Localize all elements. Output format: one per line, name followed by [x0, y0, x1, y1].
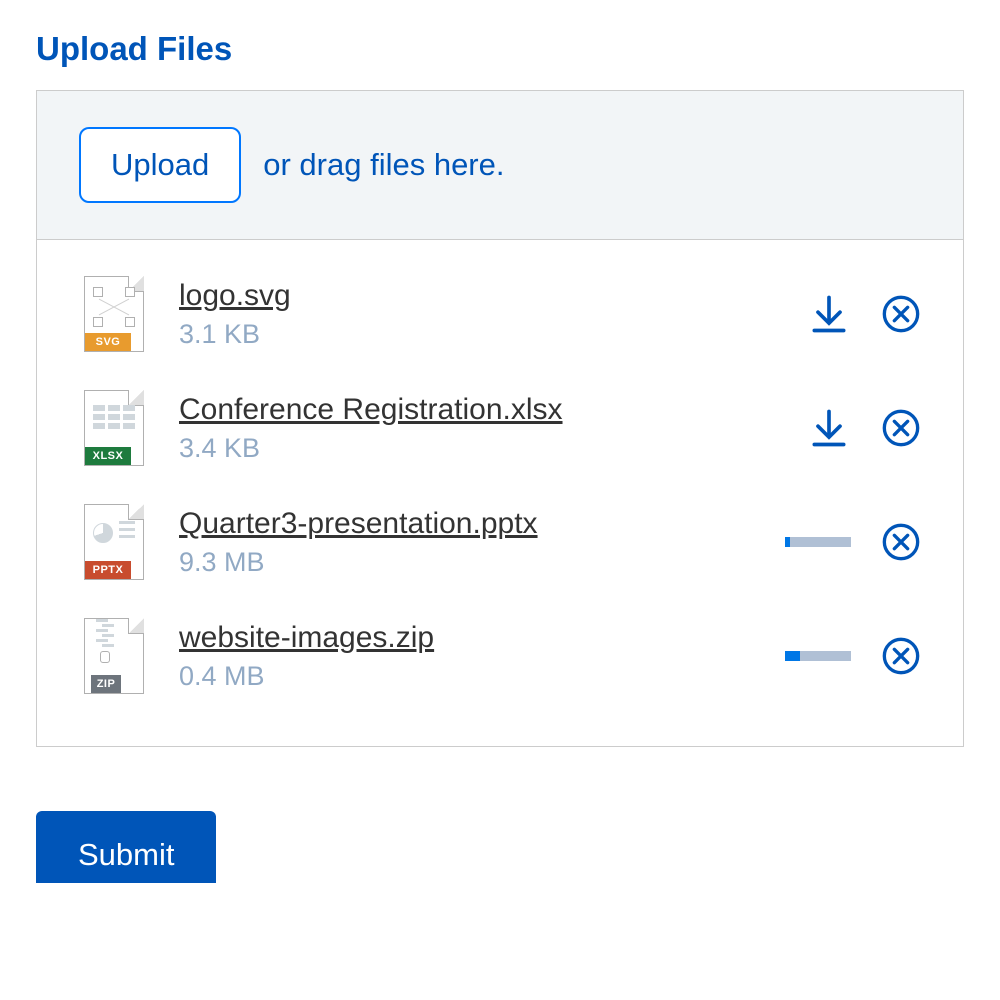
submit-button[interactable]: Submit [36, 811, 216, 883]
upload-button[interactable]: Upload [79, 127, 241, 203]
upload-progress-fill [785, 651, 800, 661]
page-title: Upload Files [36, 30, 964, 68]
file-list: SVG logo.svg 3.1 KB XLSX Conference Re [37, 240, 963, 746]
dropzone[interactable]: Upload or drag files here. [37, 91, 963, 240]
file-row: ZIP website-images.zip 0.4 MB [37, 592, 963, 706]
file-row: PPTX Quarter3-presentation.pptx 9.3 MB [37, 478, 963, 592]
upload-progress [785, 651, 851, 661]
file-size-label: 0.4 MB [179, 661, 755, 692]
file-pptx-icon: PPTX [79, 504, 149, 580]
upload-progress [785, 537, 851, 547]
file-size-label: 9.3 MB [179, 547, 755, 578]
remove-button[interactable] [881, 294, 921, 334]
upload-panel: Upload or drag files here. SVG logo.svg … [36, 90, 964, 747]
file-name-link[interactable]: logo.svg [179, 279, 291, 313]
download-button[interactable] [807, 292, 851, 336]
file-name-link[interactable]: Quarter3-presentation.pptx [179, 507, 538, 541]
close-circle-icon [881, 522, 921, 562]
remove-button[interactable] [881, 408, 921, 448]
file-name-link[interactable]: website-images.zip [179, 621, 434, 655]
file-size-label: 3.1 KB [179, 319, 777, 350]
close-circle-icon [881, 636, 921, 676]
cancel-button[interactable] [881, 636, 921, 676]
download-button[interactable] [807, 406, 851, 450]
file-row: XLSX Conference Registration.xlsx 3.4 KB [37, 364, 963, 478]
close-circle-icon [881, 408, 921, 448]
close-circle-icon [881, 294, 921, 334]
download-icon [807, 292, 851, 336]
cancel-button[interactable] [881, 522, 921, 562]
file-name-link[interactable]: Conference Registration.xlsx [179, 393, 563, 427]
dropzone-instruction: or drag files here. [263, 147, 504, 183]
file-zip-icon: ZIP [79, 618, 149, 694]
upload-progress-fill [785, 537, 790, 547]
file-row: SVG logo.svg 3.1 KB [37, 250, 963, 364]
download-icon [807, 406, 851, 450]
file-size-label: 3.4 KB [179, 433, 777, 464]
file-svg-icon: SVG [79, 276, 149, 352]
file-xlsx-icon: XLSX [79, 390, 149, 466]
